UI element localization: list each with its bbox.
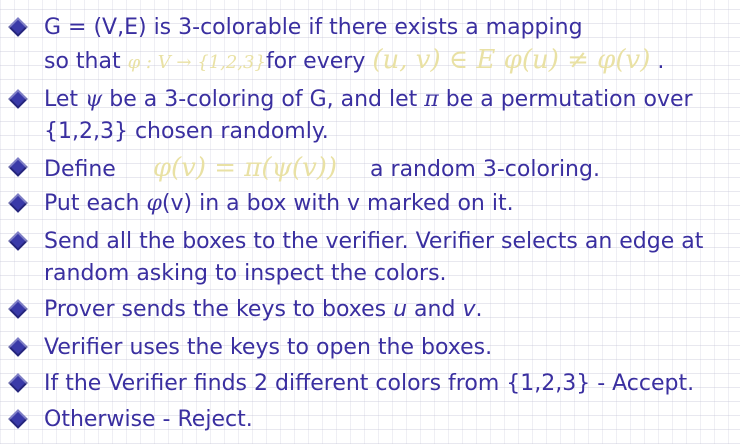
- text: for every: [265, 49, 366, 74]
- text: Put each: [44, 191, 140, 216]
- bullet-item-define: Define φ(v) = π(ψ(v)) a random 3-colorin…: [8, 152, 738, 186]
- diamond-bullet-icon: [8, 409, 28, 429]
- slide: G = (V,E) is 3-colorable if there exists…: [0, 0, 740, 444]
- v-variable: v: [462, 297, 476, 322]
- text: a random 3-coloring.: [370, 157, 600, 182]
- text: Send all the boxes to the verifier. Veri…: [44, 229, 704, 254]
- diamond-bullet-icon: [8, 231, 28, 251]
- text: (v) in a box with v marked on it.: [161, 191, 514, 216]
- math-condition: (u, v) ∈ E φ(u) ≠ φ(v): [372, 45, 651, 75]
- text: random asking to inspect the colors.: [44, 261, 447, 286]
- text: If the Verifier finds 2 different colors…: [44, 371, 695, 396]
- diamond-bullet-icon: [8, 337, 28, 357]
- text: .: [475, 297, 483, 322]
- bullet-item-let-psi-cont: {1,2,3} chosen randomly.: [44, 116, 738, 148]
- text: .: [657, 49, 665, 74]
- bullet-item-let-psi: Let ψ be a 3-coloring of G, and let π be…: [8, 84, 738, 116]
- bullet-item-accept: If the Verifier finds 2 different colors…: [8, 368, 738, 400]
- math-mapping: φ : V → {1,2,3}: [127, 52, 266, 73]
- bullet-item-send-boxes: Send all the boxes to the verifier. Veri…: [8, 226, 738, 258]
- bullet-item-send-boxes-cont: random asking to inspect the colors.: [44, 258, 738, 290]
- bullet-item-prover-sends: Prover sends the keys to boxes u and v.: [8, 294, 738, 326]
- bullet-item-3-colorable-definition-cont: so that φ : V → {1,2,3}for every (u, v) …: [44, 44, 738, 79]
- psi-symbol: ψ: [85, 87, 103, 112]
- text: {1,2,3} chosen randomly.: [44, 119, 329, 144]
- text: Prover sends the keys to boxes: [44, 297, 387, 322]
- text: be a permutation over: [445, 87, 693, 112]
- math-definition: φ(v) = π(ψ(v)): [152, 153, 338, 183]
- diamond-bullet-icon: [8, 299, 28, 319]
- u-variable: u: [393, 297, 408, 322]
- bullet-item-verifier-opens: Verifier uses the keys to open the boxes…: [8, 332, 738, 364]
- diamond-bullet-icon: [8, 89, 28, 109]
- text: be a 3-coloring of G, and let: [109, 87, 418, 112]
- text: Let: [44, 87, 79, 112]
- bullet-item-reject: Otherwise - Reject.: [8, 404, 738, 436]
- bullet-item-3-colorable-definition: G = (V,E) is 3-colorable if there exists…: [8, 12, 738, 44]
- pi-symbol: π: [424, 87, 439, 112]
- diamond-bullet-icon: [8, 193, 28, 213]
- text: Verifier uses the keys to open the boxes…: [44, 335, 493, 360]
- text: Define: [44, 157, 116, 182]
- diamond-bullet-icon: [8, 373, 28, 393]
- diamond-bullet-icon: [8, 17, 28, 37]
- text: and: [414, 297, 456, 322]
- diamond-bullet-icon: [8, 157, 28, 177]
- text: so that: [44, 49, 121, 74]
- text: G = (V,E) is 3-colorable if there exists…: [44, 15, 583, 40]
- text: Otherwise - Reject.: [44, 407, 253, 432]
- bullet-item-put-each: Put each φ(v) in a box with v marked on …: [8, 188, 738, 220]
- phi-symbol: φ: [146, 191, 162, 216]
